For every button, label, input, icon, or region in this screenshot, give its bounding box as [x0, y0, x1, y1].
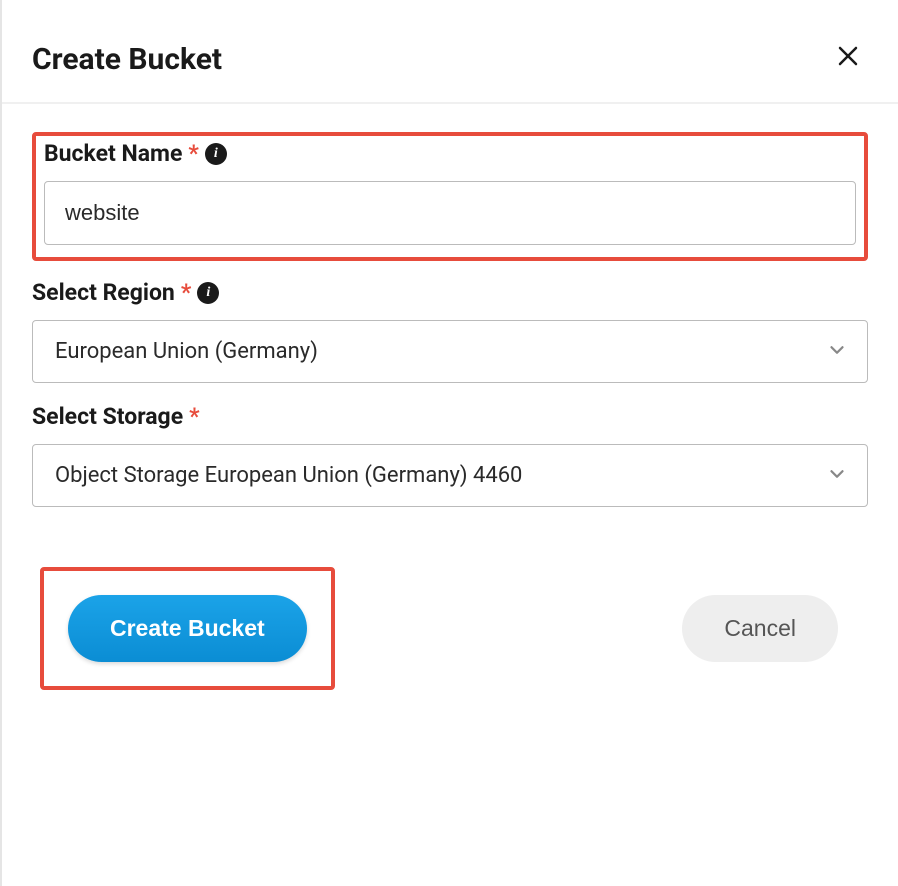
bucket-name-label-row: Bucket Name * i [44, 140, 856, 167]
region-group: Select Region * i European Union (German… [32, 279, 868, 383]
region-label-row: Select Region * i [32, 279, 868, 306]
bucket-name-group: Bucket Name * i [44, 140, 856, 245]
create-bucket-modal: Create Bucket Bucket Name * i [0, 0, 898, 886]
modal-footer: Create Bucket Cancel [32, 527, 868, 690]
close-icon [836, 42, 860, 75]
required-asterisk: * [189, 403, 199, 430]
bucket-name-label: Bucket Name [44, 140, 182, 167]
required-asterisk: * [181, 279, 191, 306]
modal-title: Create Bucket [32, 42, 222, 77]
info-icon[interactable]: i [205, 143, 227, 165]
region-select-wrapper: European Union (Germany) [32, 320, 868, 383]
cancel-button[interactable]: Cancel [682, 595, 838, 662]
storage-label: Select Storage [32, 403, 183, 430]
region-selected-value: European Union (Germany) [55, 339, 318, 364]
highlight-create-button: Create Bucket [40, 567, 335, 690]
storage-select-wrapper: Object Storage European Union (Germany) … [32, 444, 868, 507]
modal-body: Bucket Name * i Select Region * i Europe… [2, 104, 898, 720]
modal-header: Create Bucket [2, 0, 898, 104]
highlight-bucket-name: Bucket Name * i [32, 132, 868, 261]
storage-group: Select Storage * Object Storage European… [32, 403, 868, 507]
info-icon[interactable]: i [197, 282, 219, 304]
storage-selected-value: Object Storage European Union (Germany) … [55, 463, 522, 488]
storage-select[interactable]: Object Storage European Union (Germany) … [32, 444, 868, 507]
create-bucket-button[interactable]: Create Bucket [68, 595, 307, 662]
storage-label-row: Select Storage * [32, 403, 868, 430]
bucket-name-input[interactable] [44, 181, 856, 245]
region-select[interactable]: European Union (Germany) [32, 320, 868, 383]
region-label: Select Region [32, 279, 175, 306]
close-button[interactable] [828, 40, 868, 78]
required-asterisk: * [188, 140, 198, 167]
